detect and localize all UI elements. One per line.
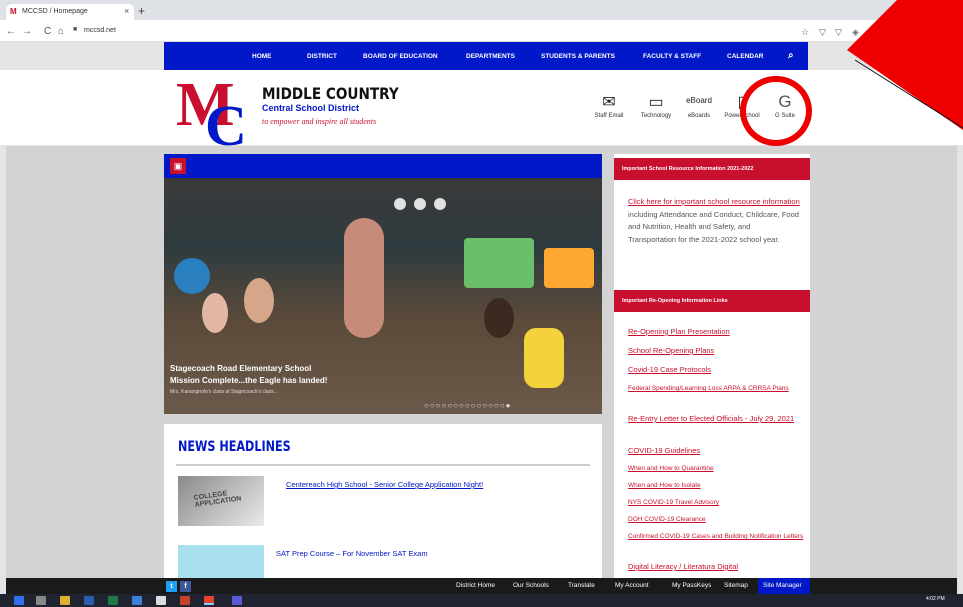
taskview-icon[interactable] [36,596,46,605]
reopening-link[interactable]: NYS COVID-19 Travel Advisory [628,497,808,508]
news-thumbnail[interactable] [178,545,264,578]
search-icon[interactable]: ⌕ [788,50,794,61]
quicklink-staff-email[interactable]: Staff Email [589,113,629,119]
os-taskbar [0,594,963,607]
teams-icon[interactable] [232,596,242,605]
tab-title: MCCSD / Homepage [22,8,88,15]
browser-tab[interactable]: M MCCSD / Homepage × [6,4,134,20]
reopening-link[interactable]: DOH COVID-19 Clearance [628,514,808,525]
news-link[interactable]: Centereach High School - Senior College … [286,480,483,489]
news-divider [176,464,590,466]
slide-caption-credit: Mrs. Kanangnolo's class at Stagecoach's … [170,389,278,395]
excel-icon[interactable] [108,596,118,605]
quicklink-eboards[interactable]: eBoards [679,113,719,119]
reopening-link[interactable]: COVID-19 Guidelines [628,445,808,456]
footer-link[interactable]: Translate [568,582,595,589]
word-icon[interactable] [84,596,94,605]
favicon-icon: M [10,7,17,16]
footer-link[interactable]: District Home [456,582,495,589]
resource-info-text: Click here for important school resource… [628,197,800,244]
reopening-link[interactable]: When and How to Isolate [628,480,808,491]
facebook-icon[interactable]: f [180,581,191,592]
reload-icon[interactable]: C [44,26,51,37]
reopening-link[interactable]: Re-Opening Plan Presentation [628,326,808,337]
nav-students-parents[interactable]: STUDENTS & PARENTS [541,53,615,60]
site-tagline: to empower and inspire all students [262,117,377,126]
slide-caption-title[interactable]: Stagecoach Road Elementary School [170,364,311,373]
laptop-icon[interactable]: ▭ [636,92,676,112]
site-manager-link[interactable]: Site Manager [763,582,802,589]
reopening-link[interactable]: Federal Spending/Learning Loss ARPA & CR… [628,383,798,394]
slide-caption-subtitle[interactable]: Mission Complete...the Eagle has landed! [170,376,327,385]
news-thumbnail[interactable]: COLLEGE APPLICATION [178,476,264,526]
powerpoint-icon[interactable] [180,596,190,605]
start-icon[interactable] [14,596,24,605]
footer-link[interactable]: My Account [615,582,649,589]
twitter-icon[interactable]: t [166,581,177,592]
lock-icon: ■ [73,26,78,33]
image-icon: ▣ [170,158,186,174]
nav-calendar[interactable]: CALENDAR [727,53,763,60]
extension-icon[interactable]: ▽ [835,27,842,38]
news-heading: NEWS HEADLINES [178,439,291,455]
back-icon[interactable]: ← [6,26,16,37]
reopening-link[interactable]: Digital Literacy / Literatura Digital [628,561,808,572]
mail-icon[interactable]: ✉ [589,92,629,112]
outlook-icon[interactable] [132,596,142,605]
nav-district[interactable]: DISTRICT [307,53,337,60]
notepad-icon[interactable] [156,596,166,605]
thumbnail-text: COLLEGE APPLICATION [193,490,242,509]
reopening-link[interactable]: Confirmed COVID-19 Cases and Building No… [628,531,810,542]
home-icon[interactable]: ⌂ [58,26,64,37]
file-explorer-icon[interactable] [60,596,70,605]
annotation-circle [740,76,812,146]
eboard-icon[interactable]: eBoard [679,96,719,105]
site-title: MIDDLE COUNTRY [262,84,399,103]
slider-header-bar [164,154,602,178]
nav-home[interactable]: HOME [252,53,272,60]
resource-info-link[interactable]: Click here for important school resource… [628,197,800,206]
nav-faculty-staff[interactable]: FACULTY & STAFF [643,53,701,60]
reopening-link[interactable]: When and How to Quarantine [628,463,808,474]
forward-icon[interactable]: → [22,26,32,37]
bookmark-star-icon[interactable]: ☆ [801,27,809,38]
sidebar-box-title: Important Re-Opening Information Links [614,290,810,312]
taskbar-clock[interactable]: 4:02 PM [926,596,945,602]
new-tab-button[interactable]: + [138,4,145,18]
site-subtitle: Central School District [262,103,360,113]
close-tab-icon[interactable]: × [124,6,129,16]
footer-link[interactable]: My PassKeys [672,582,711,589]
footer-link[interactable]: Sitemap [724,582,748,589]
url-field[interactable]: mccsd.net [84,27,116,34]
reopening-link[interactable]: School Re-Opening Plans [628,345,808,356]
site-header [0,70,963,145]
quicklink-technology[interactable]: Technology [636,113,676,119]
chrome-icon[interactable] [204,596,214,605]
reopening-link[interactable]: Covid-19 Case Protocols [628,364,808,375]
sidebar-box-title: Important School Resource Information 20… [614,158,810,180]
reopening-link[interactable]: Re-Entry Letter to Elected Officials - J… [628,412,796,426]
extension-icon[interactable]: ▽ [819,27,826,38]
footer-link[interactable]: Our Schools [513,582,549,589]
nav-board-of-education[interactable]: BOARD OF EDUCATION [363,53,438,60]
news-link[interactable]: SAT Prep Course – For November SAT Exam [276,549,428,558]
annotation-arrow [847,0,963,130]
slider-pagination-dots[interactable]: ○○○○○○○○○○○○○○● [424,401,511,410]
nav-departments[interactable]: DEPARTMENTS [466,53,515,60]
